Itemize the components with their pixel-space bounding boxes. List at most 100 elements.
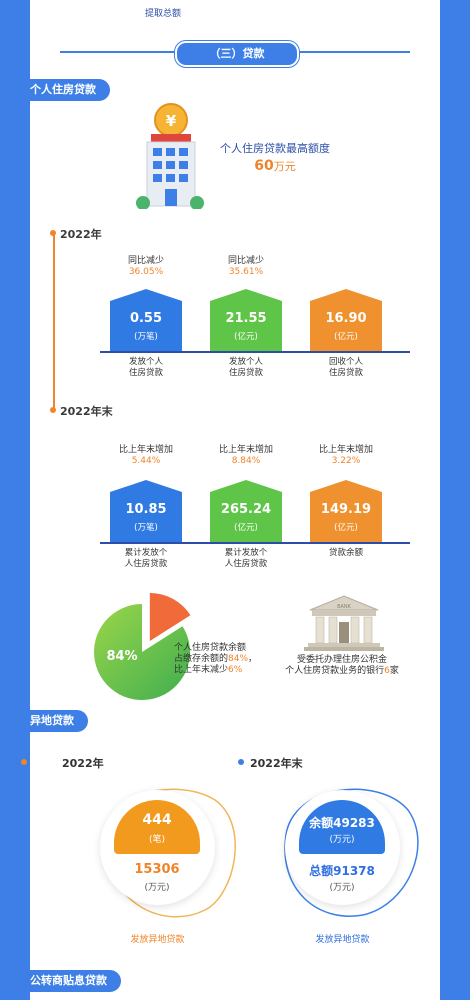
- bar-value: 10.85: [125, 502, 167, 517]
- bar-unit: (万笔): [134, 523, 158, 533]
- bar-change-label: 比上年末增加 5.44%: [90, 445, 202, 467]
- bar-change-label: 同比减少 36.05%: [90, 256, 202, 278]
- bar-caption-line1: 发放个人: [128, 357, 163, 367]
- max-limit-value: 60: [254, 158, 274, 174]
- max-limit-label: 个人住房贷款最高额度: [220, 142, 330, 155]
- offsite-right-top-unit: (万元): [329, 835, 355, 845]
- offsite-right-bottom-line: 总额91378: [294, 862, 390, 879]
- bar-house: 265.24 (亿元): [210, 480, 282, 542]
- offsite-right-bottom-unit: (万元): [329, 883, 355, 893]
- bar-house: 149.19 (亿元): [310, 480, 382, 542]
- bar-caption-line1: 发放个人: [228, 357, 263, 367]
- tag-personal-loans: 个人住房贷款: [22, 79, 110, 101]
- bar-house: 0.55 (万笔): [110, 289, 182, 351]
- svg-text:¥: ¥: [166, 112, 177, 130]
- bar-change-label: 同比减少 35.61%: [190, 256, 302, 278]
- offsite-right-caption: 发放异地贷款: [315, 935, 370, 945]
- year-2022-end-label: 2022年末: [60, 405, 113, 418]
- offsite-right-year: 2022年末: [250, 757, 303, 770]
- offsite-left-dot: [21, 759, 27, 765]
- max-limit-unit: 万元: [273, 160, 296, 173]
- offsite-left-year: 2022年: [62, 757, 104, 770]
- offsite-left-top-value: 444: [142, 812, 172, 828]
- bar-unit: (亿元): [334, 523, 358, 533]
- offsite-right-bottom-prefix: 总额: [309, 864, 334, 878]
- max-limit-amount: 60万元: [215, 155, 335, 174]
- offsite-right-dot: [238, 759, 244, 765]
- bar-house: 16.90 (亿元): [310, 289, 382, 351]
- bar-house: 10.85 (万笔): [110, 480, 182, 542]
- bar-unit: (亿元): [234, 332, 258, 342]
- bar-caption-line2: 住房贷款: [128, 368, 163, 378]
- top-text: 提取总额: [145, 9, 182, 19]
- ratio-line2-value: 84%: [228, 654, 249, 664]
- bank-line2-prefix: 个人住房贷款业务的银行: [285, 666, 385, 676]
- ratio-line2-prefix: 占缴存余额的: [174, 654, 229, 664]
- ratio-line2-suffix: ，: [248, 654, 258, 664]
- pie-percent-label: 84%: [106, 649, 137, 664]
- timeline-dot-2022: [50, 230, 56, 236]
- building-coin-icon: ¥: [136, 103, 204, 209]
- bar-change-value: 8.84%: [231, 456, 261, 466]
- bar-caption: 贷款余额: [306, 548, 386, 559]
- bar-caption-line1: 回收个人: [328, 357, 363, 367]
- section-title-pill: （三）贷款: [175, 41, 299, 67]
- bar-change-value: 5.44%: [131, 456, 161, 466]
- bar-change-text: 比上年末增加: [218, 445, 273, 455]
- bar-change-label: 比上年末增加 8.84%: [190, 445, 302, 467]
- bar-change-text: 比上年末增加: [118, 445, 173, 455]
- bank-line2-suffix: 家: [389, 666, 399, 676]
- bar-change-label: 比上年末增加 3.22%: [290, 445, 402, 467]
- offsite-right-top-prefix: 余额: [309, 816, 334, 830]
- bar-value: 149.19: [320, 502, 372, 517]
- bar-value: 265.24: [220, 502, 272, 517]
- bar-unit: (亿元): [234, 523, 258, 533]
- bar-change-value: 35.61%: [228, 267, 264, 277]
- offsite-right-top-value: 49283: [333, 816, 375, 830]
- bar-unit: (万笔): [134, 332, 158, 342]
- ratio-line1: 个人住房贷款余额: [174, 643, 247, 653]
- section-title: （三）贷款: [209, 47, 265, 60]
- offsite-left-bottom-value: 15306: [134, 862, 180, 877]
- offsite-left-bottom-unit: (万元): [144, 883, 170, 893]
- bar-caption-line1: 贷款余额: [328, 548, 363, 558]
- bar-caption-line2: 住房贷款: [228, 368, 263, 378]
- bank-icon: BANK: [304, 595, 384, 651]
- bar-house: 21.55 (亿元): [210, 289, 282, 351]
- bar-caption: 累计发放个 人住房贷款: [106, 548, 186, 570]
- bank-line2: 个人住房贷款业务的银行6家: [262, 666, 422, 677]
- bar-change-text: 同比减少: [127, 256, 164, 266]
- timeline-dot-2022-end: [50, 407, 56, 413]
- bar-caption: 发放个人 住房贷款: [106, 357, 186, 379]
- bar-change-text: 同比减少: [227, 256, 264, 266]
- tag-subsidy-loans: 公转商贴息贷款: [22, 970, 121, 992]
- offsite-left-caption: 发放异地贷款: [130, 935, 185, 945]
- bar-unit: (亿元): [334, 332, 358, 342]
- page-panel: 提取总额 （三）贷款 个人住房贷款 ¥ 个人住房贷款最高额度 60万元 2022…: [21, 0, 440, 1000]
- baseline-2022-end: [100, 542, 410, 544]
- bar-change-value: 36.05%: [128, 267, 164, 277]
- ratio-line3-prefix: 比上年末减少: [174, 665, 229, 675]
- bar-value: 16.90: [325, 311, 367, 326]
- baseline-2022: [100, 351, 410, 353]
- bank-sign: BANK: [337, 604, 352, 610]
- year-2022-label: 2022年: [60, 228, 102, 241]
- offsite-left-top-unit: (笔): [148, 835, 166, 845]
- bar-caption: 回收个人 住房贷款: [306, 357, 386, 379]
- bar-caption-line1: 累计发放个: [224, 548, 268, 558]
- tag-offsite-loans: 异地贷款: [22, 710, 88, 732]
- bank-text: 受委托办理住房公积金 个人住房贷款业务的银行6家: [262, 655, 422, 677]
- bank-line1: 受委托办理住房公积金: [296, 655, 387, 665]
- bar-value: 21.55: [225, 311, 267, 326]
- bar-caption-line1: 累计发放个: [124, 548, 168, 558]
- bar-caption-line2: 住房贷款: [328, 368, 363, 378]
- bar-caption-line2: 人住房贷款: [224, 559, 268, 569]
- bar-value: 0.55: [129, 311, 163, 326]
- bar-caption: 发放个人 住房贷款: [206, 357, 286, 379]
- bar-caption-line2: 人住房贷款: [124, 559, 168, 569]
- bar-change-value: 3.22%: [331, 456, 361, 466]
- bar-caption: 累计发放个 人住房贷款: [206, 548, 286, 570]
- offsite-right-top-line: 余额49283: [294, 814, 390, 831]
- offsite-right-bottom-value: 91378: [333, 864, 375, 878]
- timeline-line: [53, 233, 55, 411]
